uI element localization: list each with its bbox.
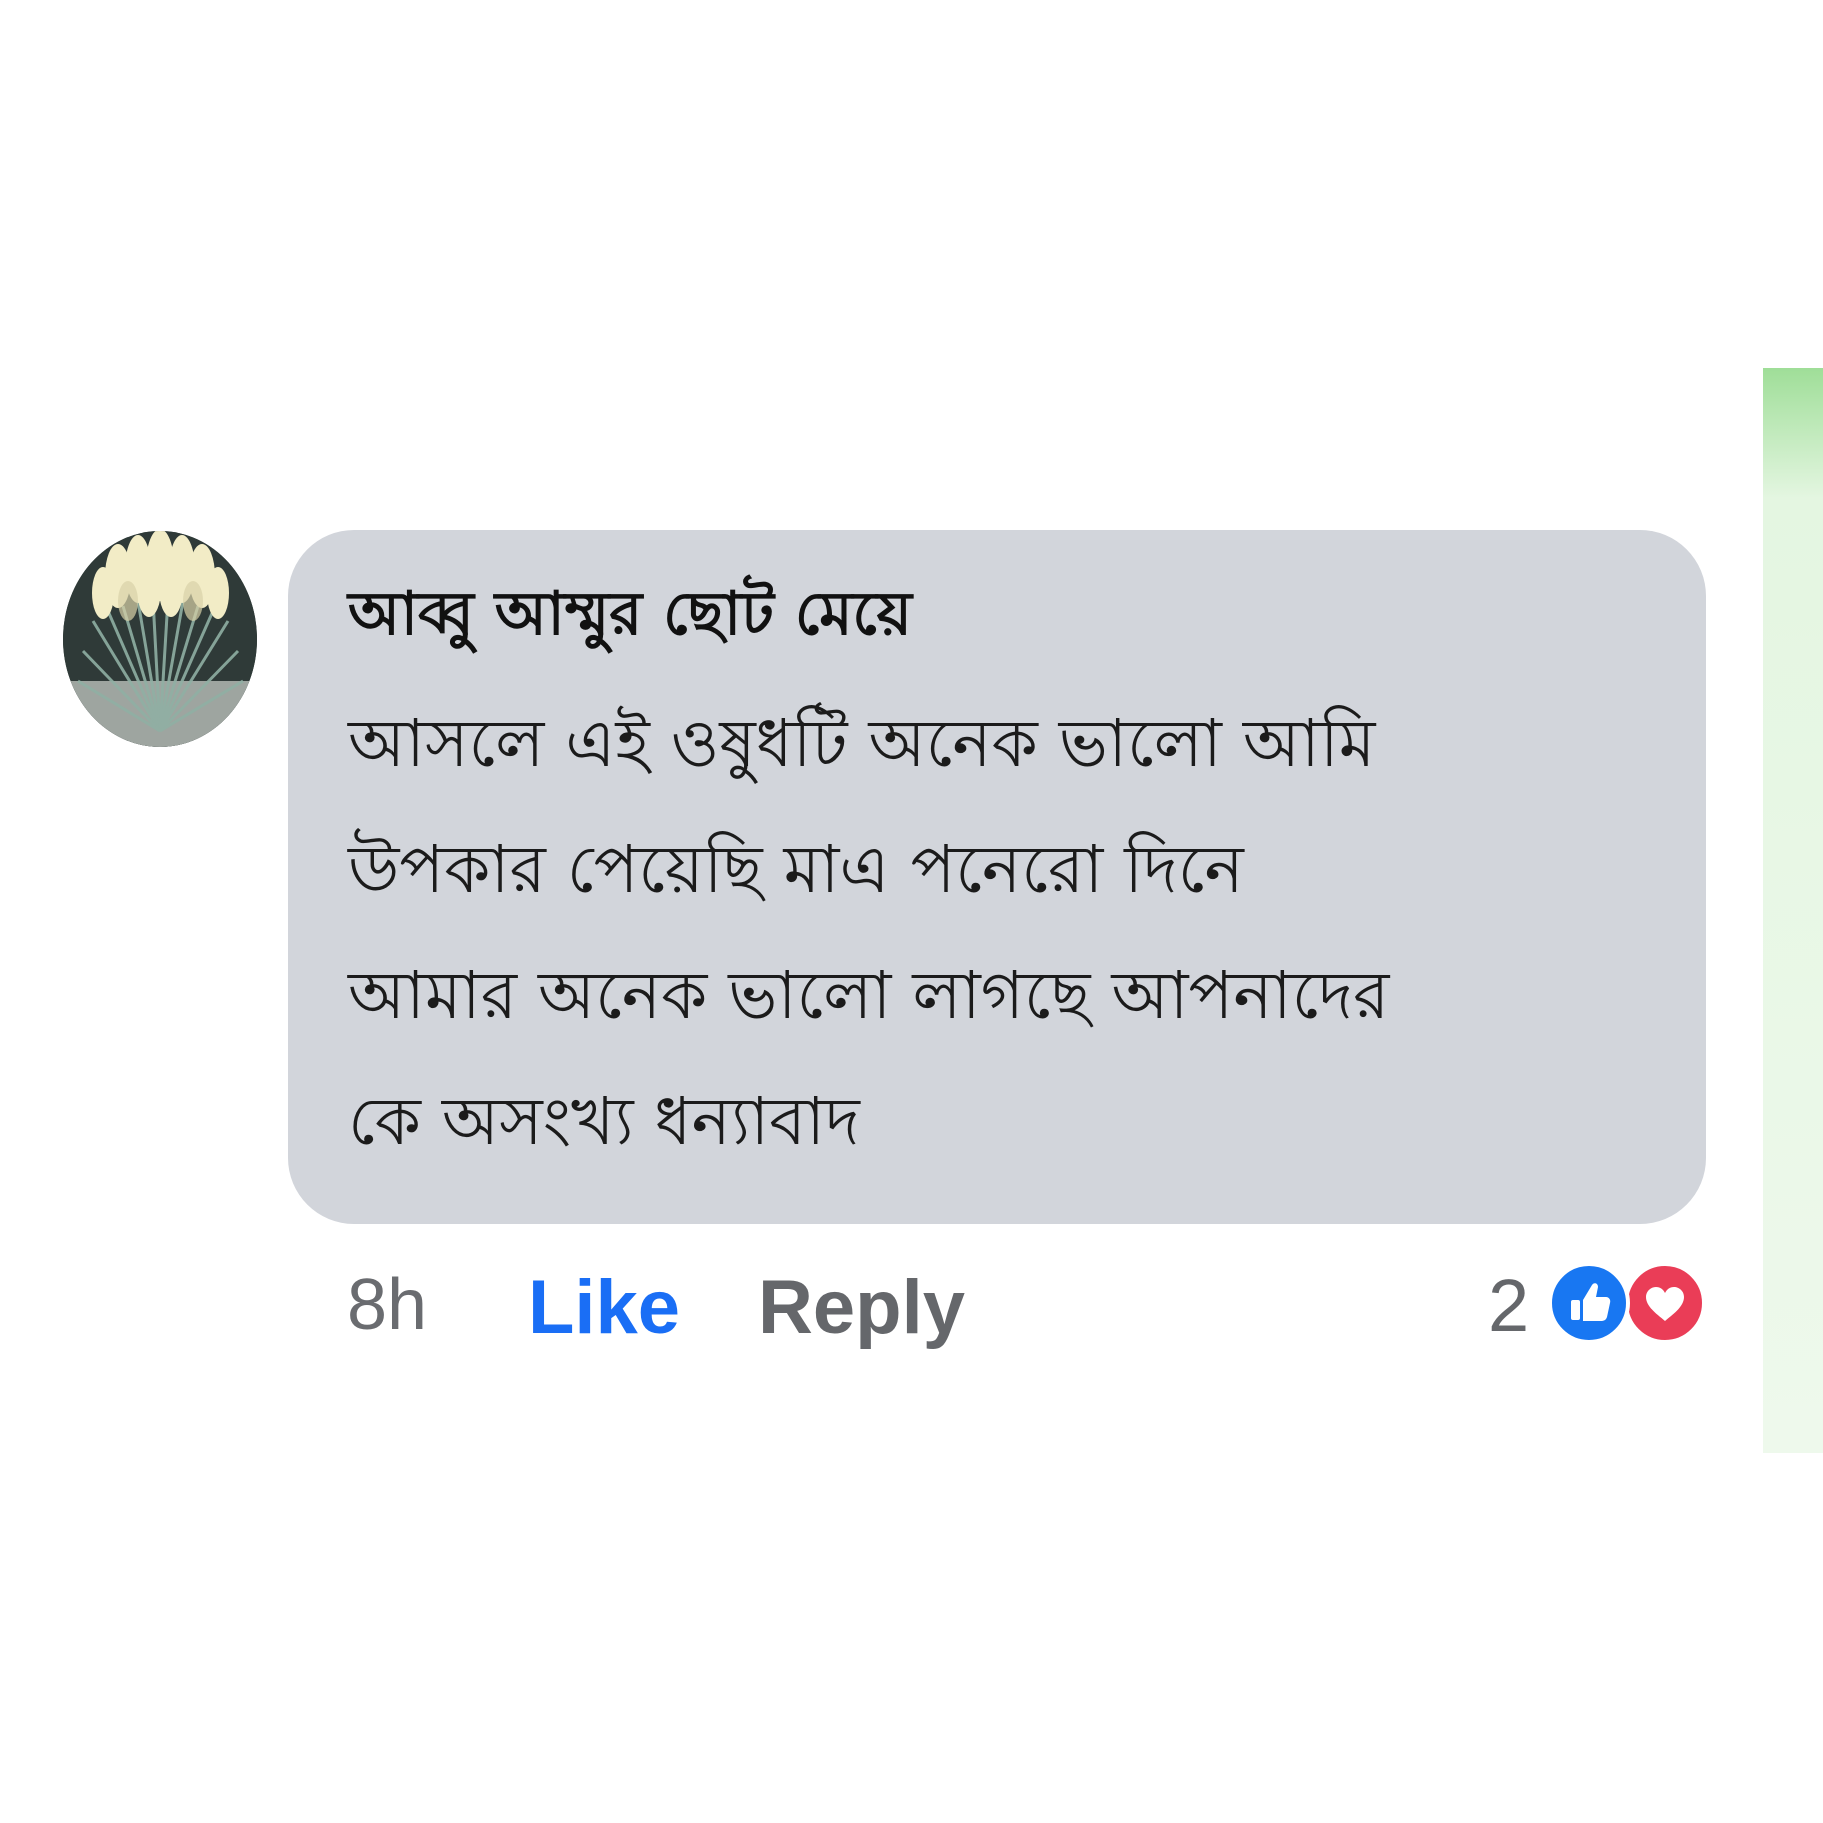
avatar[interactable] <box>63 531 257 747</box>
right-edge-strip <box>1763 368 1823 1453</box>
love-icon[interactable] <box>1624 1262 1706 1344</box>
comment-timestamp: 8h <box>347 1265 428 1345</box>
comment-text-line-1: আসলে এই ওষুধটি অনেক ভালো আমি <box>348 705 1376 782</box>
like-icon[interactable] <box>1548 1262 1630 1344</box>
comment-text-line-4: কে অসংখ্য ধন্যাবাদ <box>348 1083 860 1160</box>
comment-author-name[interactable]: আব্বু আম্মুর ছোট মেয়ে <box>348 578 912 650</box>
comment-text-line-2: উপকার পেয়েছি মাএ পনেরো দিনে <box>348 831 1244 908</box>
reaction-count[interactable]: 2 <box>1488 1262 1529 1351</box>
comment-text-line-3: আমার অনেক ভালো লাগছে আপনাদের <box>348 957 1390 1034</box>
reply-button[interactable]: Reply <box>758 1262 965 1353</box>
like-button[interactable]: Like <box>528 1262 680 1353</box>
